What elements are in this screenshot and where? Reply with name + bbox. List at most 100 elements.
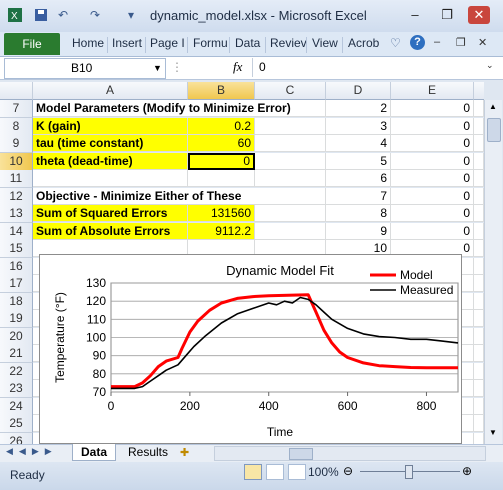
horizontal-scroll-thumb[interactable]	[289, 448, 313, 460]
page-break-view-icon[interactable]	[288, 464, 306, 480]
cell-e14[interactable]: 0	[391, 223, 474, 240]
row-header-7[interactable]: 7	[0, 100, 33, 118]
row-header-18[interactable]: 18	[0, 293, 33, 311]
column-header-f[interactable]	[474, 82, 484, 100]
cell-b9[interactable]: 60	[188, 135, 255, 152]
vertical-scroll-thumb[interactable]	[487, 118, 501, 142]
row-header-21[interactable]: 21	[0, 345, 33, 363]
workbook-minimize-icon[interactable]: –	[434, 36, 440, 48]
cell-f25[interactable]	[474, 415, 484, 432]
cell-f23[interactable]	[474, 380, 484, 397]
cell-e9[interactable]: 0	[391, 135, 474, 152]
workbook-restore-icon[interactable]: ❐	[456, 36, 466, 49]
save-icon[interactable]	[34, 8, 48, 22]
page-layout-view-icon[interactable]	[266, 464, 284, 480]
cell-a9[interactable]: tau (time constant)	[33, 135, 188, 152]
cell-e12[interactable]: 0	[391, 188, 474, 205]
expand-formula-bar-icon[interactable]: ⌄	[486, 60, 494, 71]
cell-f14[interactable]	[474, 223, 484, 240]
vertical-scrollbar[interactable]: ▲ ▼	[484, 100, 502, 444]
customize-quick-access-icon[interactable]: ▾	[124, 8, 138, 22]
row-header-25[interactable]: 25	[0, 415, 33, 433]
cell-f15[interactable]	[474, 240, 484, 257]
cell-f7[interactable]	[474, 100, 484, 117]
horizontal-scrollbar[interactable]	[214, 446, 486, 461]
cell-f11[interactable]	[474, 170, 484, 187]
cell-a8[interactable]: K (gain)	[33, 118, 188, 135]
row-header-11[interactable]: 11	[0, 170, 33, 188]
row-header-24[interactable]: 24	[0, 398, 33, 416]
help-icon[interactable]: ?	[410, 35, 425, 50]
undo-icon[interactable]: ↶	[56, 8, 70, 22]
row-header-12[interactable]: 12	[0, 188, 33, 206]
cell-e10[interactable]: 0	[391, 153, 474, 170]
row-header-17[interactable]: 17	[0, 275, 33, 293]
row-header-16[interactable]: 16	[0, 258, 33, 276]
row-header-22[interactable]: 22	[0, 363, 33, 381]
cell-d13[interactable]: 8	[326, 205, 391, 222]
tab-acrobat[interactable]: Acrob	[348, 36, 379, 50]
sheet-tab-results[interactable]: Results	[120, 444, 176, 460]
cell-d7[interactable]: 2	[326, 100, 391, 117]
cell-f12[interactable]	[474, 188, 484, 205]
name-box[interactable]: B10 ▼	[4, 58, 166, 79]
sheet-tab-data[interactable]: Data	[72, 444, 117, 461]
cell-c8[interactable]	[255, 118, 326, 135]
cell-a13[interactable]: Sum of Squared Errors	[33, 205, 188, 222]
cell-b13[interactable]: 131560	[188, 205, 255, 222]
cell-f10[interactable]	[474, 153, 484, 170]
cell-c13[interactable]	[255, 205, 326, 222]
minimize-button[interactable]: –	[404, 6, 426, 24]
row-header-19[interactable]: 19	[0, 310, 33, 328]
row-header-10[interactable]: 10	[0, 153, 33, 171]
cell-f19[interactable]	[474, 310, 484, 327]
tab-review[interactable]: Reviev	[270, 36, 307, 50]
cell-a12[interactable]: Objective - Minimize Either of These	[33, 188, 241, 205]
column-header-e[interactable]: E	[391, 82, 474, 100]
row-header-14[interactable]: 14	[0, 223, 33, 241]
cell-c12[interactable]	[255, 188, 326, 205]
cell-a7[interactable]: Model Parameters (Modify to Minimize Err…	[33, 100, 291, 117]
cell-d9[interactable]: 4	[326, 135, 391, 152]
cell-f18[interactable]	[474, 293, 484, 310]
zoom-out-icon[interactable]: ⊖	[343, 464, 353, 478]
chevron-down-icon[interactable]: ▼	[153, 59, 162, 78]
normal-view-icon[interactable]	[244, 464, 262, 480]
zoom-in-icon[interactable]: ⊕	[462, 464, 472, 478]
cell-f21[interactable]	[474, 345, 484, 362]
cell-a10[interactable]: theta (dead-time)	[33, 153, 188, 170]
cell-c11[interactable]	[255, 170, 326, 187]
cell-b11[interactable]	[188, 170, 255, 187]
scroll-down-icon[interactable]: ▼	[487, 428, 499, 440]
chart[interactable]: 70 80 90 100 110 120 130 0 200 400 600 800 Dynamic M…	[39, 254, 462, 444]
column-header-c[interactable]: C	[255, 82, 326, 100]
column-header-a[interactable]: A	[33, 82, 188, 100]
row-header-9[interactable]: 9	[0, 135, 33, 153]
formula-input[interactable]: 0	[252, 58, 489, 77]
insert-sheet-icon[interactable]: ✚	[180, 446, 189, 459]
cell-e13[interactable]: 0	[391, 205, 474, 222]
workbook-close-icon[interactable]: ✕	[478, 36, 487, 49]
cell-d10[interactable]: 5	[326, 153, 391, 170]
active-cell-b10[interactable]: 0	[188, 153, 255, 170]
cell-f17[interactable]	[474, 275, 484, 292]
cell-e7[interactable]: 0	[391, 100, 474, 117]
row-header-15[interactable]: 15	[0, 240, 33, 258]
cell-d11[interactable]: 6	[326, 170, 391, 187]
zoom-level[interactable]: 100%	[308, 465, 339, 479]
cell-d8[interactable]: 3	[326, 118, 391, 135]
cell-f16[interactable]	[474, 258, 484, 275]
scroll-up-icon[interactable]: ▲	[487, 102, 499, 114]
cell-f24[interactable]	[474, 398, 484, 415]
row-header-23[interactable]: 23	[0, 380, 33, 398]
insert-function-icon[interactable]: fx	[233, 59, 242, 75]
cell-f20[interactable]	[474, 328, 484, 345]
zoom-slider-thumb[interactable]	[405, 465, 413, 479]
tab-home[interactable]: Home	[72, 36, 104, 50]
cell-f22[interactable]	[474, 363, 484, 380]
cell-b8[interactable]: 0.2	[188, 118, 255, 135]
cell-d12[interactable]: 7	[326, 188, 391, 205]
row-header-13[interactable]: 13	[0, 205, 33, 223]
cell-c9[interactable]	[255, 135, 326, 152]
cell-d14[interactable]: 9	[326, 223, 391, 240]
